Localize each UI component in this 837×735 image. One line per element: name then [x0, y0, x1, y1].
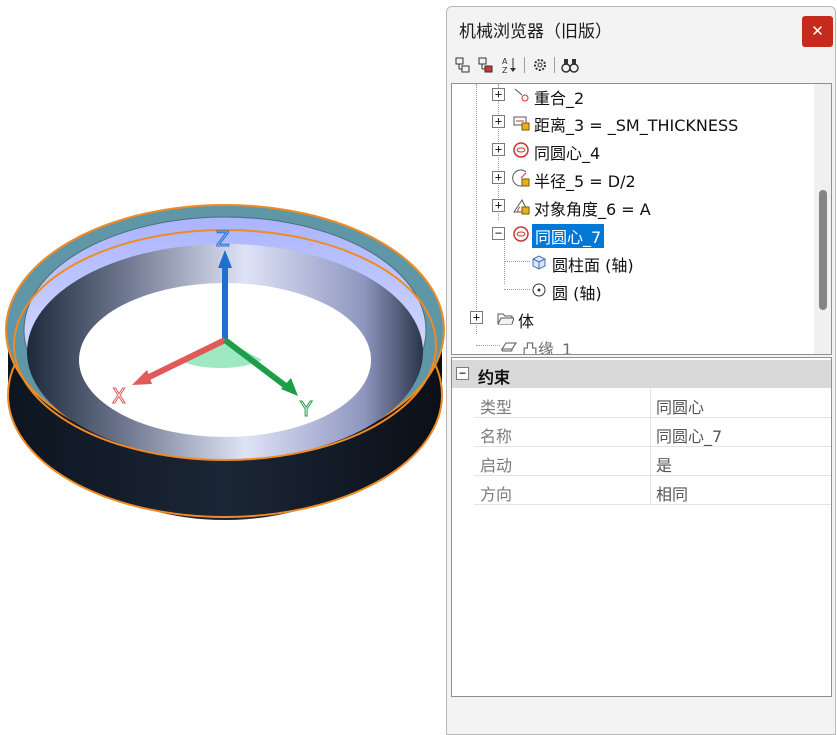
coincident-icon	[514, 88, 529, 102]
circle-axis-icon	[532, 283, 546, 297]
property-value[interactable]: 同圆心_7	[656, 423, 722, 447]
cylinder-face-icon	[532, 255, 546, 270]
property-key: 类型	[480, 398, 513, 417]
properties-grid: − 约束 类型 同圆心 名称 同圆心_7 启动 是 方向 相同	[451, 357, 832, 697]
svg-text:Z: Z	[502, 66, 508, 75]
tree-expand-icon[interactable]	[453, 55, 473, 75]
tree-item-label: 对象角度_6 = A	[534, 200, 651, 219]
property-value[interactable]: 是	[656, 452, 672, 476]
panel-titlebar[interactable]: 机械浏览器（旧版） ✕	[447, 7, 835, 51]
property-key: 名称	[480, 427, 513, 446]
model-viewport[interactable]: Z X Y	[0, 0, 446, 735]
tree-item-label: 同圆心_7	[530, 223, 606, 249]
tree-row[interactable]: + 体	[452, 304, 814, 332]
tree-row[interactable]: + 距离_3 = _SM_THICKNESS	[452, 108, 814, 136]
tree-row[interactable]: + 对象角度_6 = A	[452, 192, 814, 220]
expand-toggle[interactable]: +	[492, 199, 505, 212]
section-title: 约束	[478, 368, 511, 387]
folder-open-icon	[497, 313, 514, 325]
sort-az-icon[interactable]: AZ	[499, 55, 519, 75]
tree-item-label: 重合_2	[534, 89, 585, 108]
panel-toolbar: AZ	[451, 53, 831, 79]
toolbar-separator	[554, 57, 555, 73]
tree-item-label: 凸缘_1	[522, 340, 573, 355]
expand-toggle[interactable]: +	[470, 311, 483, 324]
app-window: Z X Y 机械浏览器（旧版） ✕ AZ + 重合_2 + 距离_3 = _SM…	[0, 0, 837, 735]
tree-item-label: 圆柱面 (轴)	[552, 256, 634, 275]
flange-3d-model[interactable]: Z X Y	[0, 0, 446, 735]
collapse-toggle[interactable]: −	[492, 227, 505, 240]
tree-row[interactable]: 圆 (轴)	[452, 276, 814, 304]
mechanical-browser-panel: 机械浏览器（旧版） ✕ AZ + 重合_2 + 距离_3 = _SM_THICK…	[446, 6, 836, 735]
toolbar-separator	[524, 57, 525, 73]
expand-toggle[interactable]: +	[492, 143, 505, 156]
browser-tree[interactable]: + 重合_2 + 距离_3 = _SM_THICKNESS + 同圆心_4 +	[451, 83, 832, 355]
tree-item-label: 圆 (轴)	[552, 284, 602, 303]
radius-constraint-icon	[512, 169, 530, 187]
settings-gear-icon[interactable]	[530, 55, 550, 75]
tree-row[interactable]: 圆柱面 (轴)	[452, 248, 814, 276]
tree-row[interactable]: 凸缘_1	[452, 332, 814, 355]
tree-collapse-icon[interactable]	[476, 55, 496, 75]
close-button[interactable]: ✕	[802, 16, 833, 47]
concentric-icon	[513, 226, 529, 242]
panel-title: 机械浏览器（旧版）	[459, 22, 612, 42]
tree-item-label: 体	[518, 312, 535, 331]
flange-icon	[501, 342, 517, 352]
scrollbar-thumb[interactable]	[819, 190, 827, 310]
expand-toggle[interactable]: +	[492, 171, 505, 184]
expand-toggle[interactable]: +	[492, 88, 505, 101]
expand-toggle[interactable]: +	[492, 115, 505, 128]
axis-x-label: X	[112, 384, 126, 408]
tree-row[interactable]: + 半径_5 = D/2	[452, 164, 814, 192]
tree-row-selected[interactable]: − 同圆心_7	[452, 220, 814, 249]
property-section-header[interactable]: − 约束	[452, 360, 831, 388]
concentric-icon	[513, 142, 529, 158]
close-icon: ✕	[811, 22, 824, 40]
axis-z-label: Z	[216, 227, 230, 251]
property-value[interactable]: 相同	[656, 481, 688, 505]
property-row[interactable]: 类型 同圆心	[474, 389, 831, 418]
tree-row[interactable]: + 重合_2	[452, 84, 814, 109]
svg-text:A: A	[502, 57, 508, 66]
distance-constraint-icon	[513, 116, 530, 131]
section-collapse-toggle[interactable]: −	[456, 367, 469, 380]
tree-item-label: 同圆心_4	[534, 144, 601, 163]
angle-constraint-icon	[513, 199, 530, 215]
tree-content: + 重合_2 + 距离_3 = _SM_THICKNESS + 同圆心_4 +	[452, 84, 814, 354]
property-row[interactable]: 启动 是	[474, 447, 831, 476]
tree-item-label: 距离_3 = _SM_THICKNESS	[534, 116, 739, 135]
axis-y-label: Y	[299, 397, 313, 421]
property-row[interactable]: 名称 同圆心_7	[474, 418, 831, 447]
property-key: 启动	[480, 456, 513, 475]
binoculars-find-icon[interactable]	[560, 55, 580, 75]
tree-item-label: 半径_5 = D/2	[534, 172, 636, 191]
property-value[interactable]: 同圆心	[656, 394, 704, 418]
tree-row[interactable]: + 同圆心_4	[452, 136, 814, 164]
property-row[interactable]: 方向 相同	[474, 476, 831, 505]
property-key: 方向	[480, 485, 513, 504]
tree-scrollbar[interactable]	[814, 84, 831, 354]
